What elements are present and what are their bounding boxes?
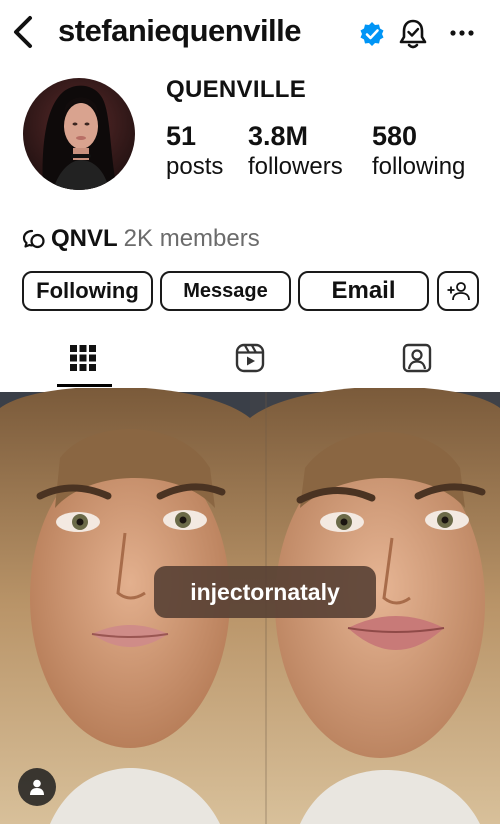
tab-posts-grid[interactable] <box>0 328 166 388</box>
back-button[interactable] <box>6 12 42 52</box>
back-arrow-icon <box>14 16 32 48</box>
grid-icon <box>70 345 96 371</box>
stat-following[interactable]: 580 following <box>372 120 465 182</box>
more-options-icon <box>450 30 474 36</box>
verified-badge-icon <box>359 21 385 47</box>
more-options-button[interactable] <box>444 18 480 48</box>
stat-followers-label: followers <box>248 153 343 180</box>
profile-display-name: QUENVILLE <box>166 76 307 103</box>
profile-header: stefaniequenville <box>0 0 500 70</box>
channel-name: QNVL <box>51 225 118 252</box>
email-button[interactable]: Email <box>298 271 429 311</box>
stat-followers-count: 3.8M <box>248 121 309 151</box>
stat-posts-count: 51 <box>166 121 197 151</box>
tagged-person-icon <box>402 343 432 373</box>
tab-tagged[interactable] <box>334 328 500 388</box>
notification-bell-icon <box>399 19 427 49</box>
broadcast-channel-link[interactable]: QNVL 2K members <box>21 222 260 256</box>
stat-posts[interactable]: 51 posts <box>166 120 223 182</box>
reels-icon <box>235 343 265 373</box>
message-button[interactable]: Message <box>160 271 291 311</box>
tagged-user-label[interactable]: injectornataly <box>154 566 376 618</box>
profile-username: stefaniequenville <box>58 13 302 48</box>
suggested-users-button[interactable] <box>437 271 479 311</box>
tab-reels[interactable] <box>167 328 333 388</box>
profile-tabs <box>0 328 500 388</box>
broadcast-channel-icon <box>22 229 45 249</box>
stat-following-count: 580 <box>372 121 418 151</box>
stat-followers[interactable]: 3.8M followers <box>248 120 343 182</box>
following-button[interactable]: Following <box>22 271 153 311</box>
active-tab-indicator <box>57 384 112 387</box>
add-person-icon <box>447 282 470 301</box>
notifications-button[interactable] <box>396 16 430 52</box>
channel-members-count: 2K members <box>123 225 260 252</box>
show-tags-button[interactable] <box>18 768 56 806</box>
stat-posts-label: posts <box>166 153 224 180</box>
profile-avatar[interactable] <box>23 78 135 190</box>
stat-following-label: following <box>372 153 466 180</box>
person-icon <box>30 779 44 795</box>
